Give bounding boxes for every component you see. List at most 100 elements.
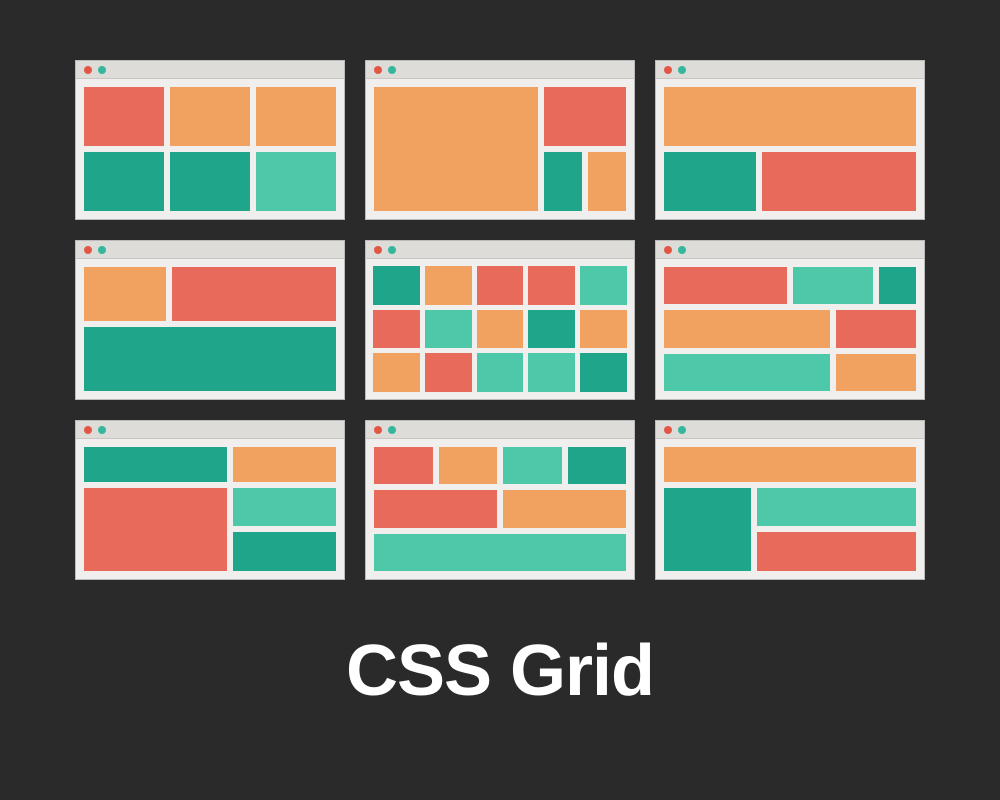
window-titlebar <box>656 421 924 439</box>
grid-block <box>425 266 472 305</box>
layout-example-8 <box>365 420 635 580</box>
grid-block <box>84 327 336 391</box>
zoom-dot-icon <box>388 246 396 254</box>
grid-block <box>664 447 916 482</box>
zoom-dot-icon <box>98 246 106 254</box>
grid-block <box>793 267 873 304</box>
grid-block <box>762 152 916 211</box>
grid-block <box>757 488 916 527</box>
close-dot-icon <box>664 66 672 74</box>
window-titlebar <box>366 421 634 439</box>
grid-block <box>374 490 497 527</box>
grid-block <box>580 310 627 349</box>
grid-block <box>233 447 336 482</box>
close-dot-icon <box>374 246 382 254</box>
grid-block <box>84 87 164 146</box>
grid-block <box>84 267 166 321</box>
layout-example-2 <box>365 60 635 220</box>
grid-block <box>256 152 336 211</box>
grid-content <box>76 439 344 579</box>
zoom-dot-icon <box>98 66 106 74</box>
layout-example-5 <box>365 240 635 400</box>
close-dot-icon <box>374 426 382 434</box>
grid-block <box>664 152 756 211</box>
window-titlebar <box>656 61 924 79</box>
grid-block <box>664 87 916 146</box>
grid-block <box>374 87 538 211</box>
grid-block <box>439 447 498 484</box>
grid-block <box>170 87 250 146</box>
window-titlebar <box>656 241 924 259</box>
grid-block <box>374 447 433 484</box>
grid-content <box>656 439 924 579</box>
close-dot-icon <box>664 246 672 254</box>
grid-block <box>170 152 250 211</box>
grid-block-split <box>544 152 626 211</box>
layout-gallery <box>75 60 925 580</box>
grid-content <box>76 79 344 219</box>
layout-example-3 <box>655 60 925 220</box>
close-dot-icon <box>664 426 672 434</box>
grid-block <box>544 87 626 146</box>
layout-example-9 <box>655 420 925 580</box>
zoom-dot-icon <box>678 66 686 74</box>
grid-block <box>757 532 916 571</box>
window-titlebar <box>366 61 634 79</box>
grid-block <box>373 353 420 392</box>
grid-block <box>528 266 575 305</box>
close-dot-icon <box>374 66 382 74</box>
grid-block <box>373 310 420 349</box>
grid-block <box>84 447 227 482</box>
grid-block <box>544 152 582 211</box>
grid-block <box>528 310 575 349</box>
window-titlebar <box>366 241 634 259</box>
grid-block <box>588 152 626 211</box>
grid-block <box>879 267 916 304</box>
grid-block <box>580 266 627 305</box>
close-dot-icon <box>84 426 92 434</box>
grid-block <box>256 87 336 146</box>
zoom-dot-icon <box>678 426 686 434</box>
layout-example-7 <box>75 420 345 580</box>
grid-block <box>374 534 626 571</box>
grid-block <box>664 267 787 304</box>
window-titlebar <box>76 421 344 439</box>
grid-block <box>836 310 916 347</box>
grid-content <box>76 259 344 399</box>
zoom-dot-icon <box>678 246 686 254</box>
layout-example-6 <box>655 240 925 400</box>
page-title: CSS Grid <box>346 630 654 712</box>
close-dot-icon <box>84 246 92 254</box>
grid-content <box>366 439 634 579</box>
grid-block <box>528 353 575 392</box>
grid-block <box>84 488 227 571</box>
grid-block <box>477 310 524 349</box>
grid-block <box>425 310 472 349</box>
grid-content <box>656 79 924 219</box>
grid-block <box>664 310 830 347</box>
grid-block <box>172 267 336 321</box>
grid-block <box>233 532 336 571</box>
zoom-dot-icon <box>388 66 396 74</box>
grid-block <box>477 266 524 305</box>
grid-block <box>477 353 524 392</box>
grid-block <box>233 488 336 527</box>
grid-block <box>568 447 627 484</box>
zoom-dot-icon <box>98 426 106 434</box>
window-titlebar <box>76 61 344 79</box>
grid-block <box>664 354 830 391</box>
close-dot-icon <box>84 66 92 74</box>
window-titlebar <box>76 241 344 259</box>
grid-block <box>580 353 627 392</box>
grid-content <box>656 259 924 399</box>
layout-example-4 <box>75 240 345 400</box>
grid-block <box>503 490 626 527</box>
grid-block <box>373 266 420 305</box>
grid-content <box>366 79 634 219</box>
grid-block <box>836 354 916 391</box>
grid-block <box>425 353 472 392</box>
grid-block <box>664 488 751 571</box>
grid-content <box>366 259 634 399</box>
layout-example-1 <box>75 60 345 220</box>
grid-block <box>84 152 164 211</box>
